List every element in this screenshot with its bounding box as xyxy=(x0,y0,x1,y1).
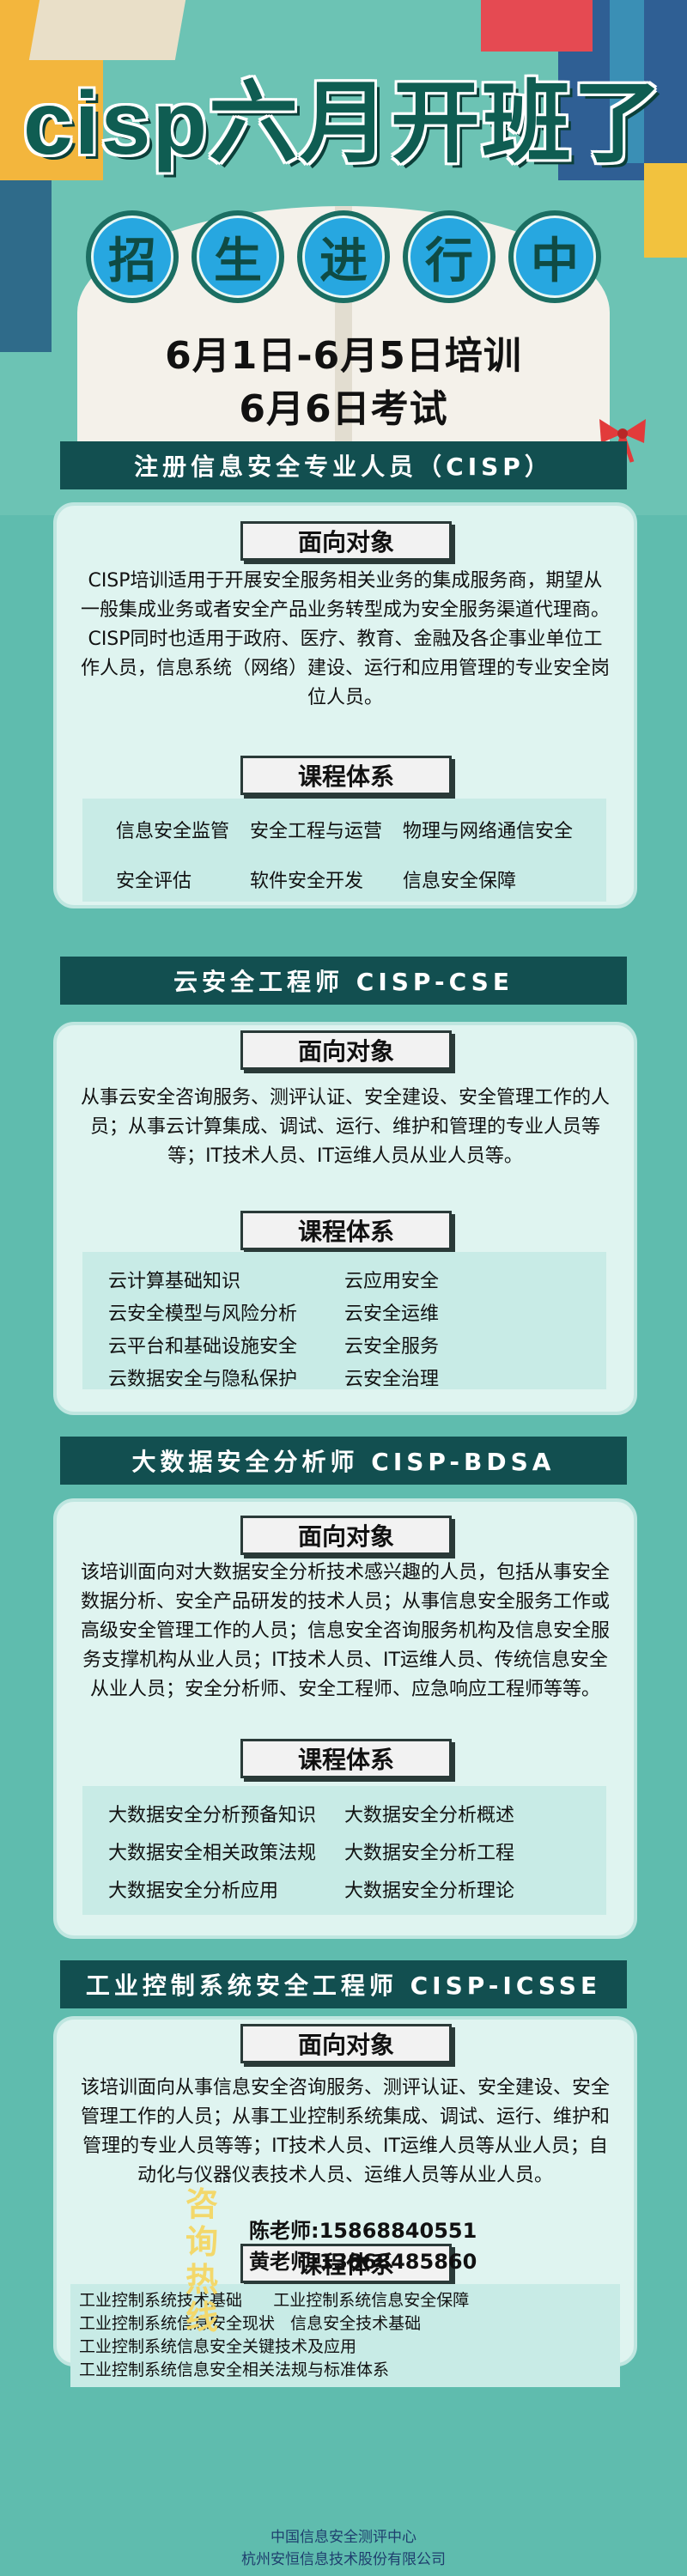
training-dates: 6月1日-6月5日培训 xyxy=(165,334,522,378)
course-item: 大数据安全相关政策法规 xyxy=(108,1843,317,1864)
badge-char: 行 xyxy=(408,216,490,298)
course-item: 大数据安全分析预备知识 xyxy=(108,1805,317,1826)
audience-text: 该培训面向对大数据安全分析技术感兴趣的人员，包括从事安全数据分析、安全产品研发的… xyxy=(80,1562,610,1700)
enrollment-badges: 招 生 进 行 中 xyxy=(86,210,601,313)
course-item: 安全工程与运营 xyxy=(249,821,382,842)
course-item: 云计算基础知识 xyxy=(108,1271,241,1292)
course-item: 软件安全开发 xyxy=(249,871,363,892)
course-list: 信息安全监管 安全工程与运营 物理与网络通信安全 安全评估 软件安全开发 信息安… xyxy=(82,799,606,902)
section-title-cisp: 注册信息安全专业人员（CISP） xyxy=(60,441,627,489)
course-item: 工业控制系统信息安全保障 xyxy=(273,2291,470,2310)
course-label: 课程体系 xyxy=(240,1211,452,1250)
badge-circle: 中 xyxy=(508,210,601,303)
course-item: 大数据安全分析概述 xyxy=(344,1805,515,1826)
audience-text: 该培训面向从事信息安全咨询服务、测评认证、安全建设、安全管理工作的人员；从事工业… xyxy=(80,2077,610,2186)
course-item: 大数据安全分析应用 xyxy=(108,1880,279,1902)
course-item: 大数据安全分析工程 xyxy=(344,1843,515,1864)
audience-label: 面向对象 xyxy=(240,1030,452,1070)
course-item: 工业控制系统信息安全现状 xyxy=(79,2314,276,2333)
audience-label: 面向对象 xyxy=(240,2024,452,2063)
badge-char: 中 xyxy=(514,216,596,298)
course-item: 工业控制系统信息安全相关法规与标准体系 xyxy=(79,2360,390,2379)
course-item: 云安全服务 xyxy=(344,1336,440,1358)
badge-circle: 招 xyxy=(86,210,179,303)
badge-circle: 进 xyxy=(297,210,390,303)
badge-char: 招 xyxy=(91,216,173,298)
section-title-bdsa: 大数据安全分析师 CISP-BDSA xyxy=(60,1437,627,1485)
course-item: 物理与网络通信安全 xyxy=(403,821,574,842)
audience-label: 面向对象 xyxy=(240,521,452,561)
badge-circle: 行 xyxy=(403,210,495,303)
contact-phone-1[interactable]: 陈老师:15868840551 xyxy=(249,2214,477,2244)
course-list: 工业控制系统技术基础 工业控制系统信息安全保障 工业控制系统信息安全现状 信息安… xyxy=(70,2284,620,2387)
course-item: 云安全治理 xyxy=(344,1369,440,1390)
course-item: 工业控制系统信息安全关键技术及应用 xyxy=(79,2337,357,2356)
course-label: 课程体系 xyxy=(240,1739,452,1778)
course-label: 课程体系 xyxy=(240,756,452,795)
course-list: 云计算基础知识 云应用安全 云安全模型与风险分析 云安全运维 云平台和基础设施安… xyxy=(82,1252,606,1390)
course-item: 信息安全监管 xyxy=(115,821,229,842)
badge-circle: 生 xyxy=(192,210,284,303)
organization-name-1: 中国信息安全测评中心 xyxy=(271,2529,416,2546)
section-title-cse: 云安全工程师 CISP-CSE xyxy=(60,957,627,1005)
page-title: cisp六月开班了 xyxy=(22,74,665,173)
badge-char: 生 xyxy=(197,216,279,298)
course-item: 安全评估 xyxy=(115,871,192,892)
audience-text: CISP培训适用于开展安全服务相关业务的集成服务商，期望从一般集成业务或者安全产… xyxy=(80,570,610,708)
organization-name-2: 杭州安恒信息技术股份有限公司 xyxy=(241,2551,446,2568)
course-item: 云安全模型与风险分析 xyxy=(108,1303,298,1325)
course-item: 云数据安全与隐私保护 xyxy=(108,1369,298,1390)
course-item: 云平台和基础设施安全 xyxy=(108,1336,298,1358)
course-item: 信息安全保障 xyxy=(403,871,517,892)
course-item: 云安全运维 xyxy=(344,1303,440,1325)
contact-phone-2[interactable]: 黄老师:13868485860 xyxy=(249,2245,477,2275)
hotline-label: 咨询热线 xyxy=(185,2185,218,2336)
book-decoration xyxy=(481,0,593,52)
course-item: 大数据安全分析理论 xyxy=(344,1880,515,1902)
course-list: 大数据安全分析预备知识 大数据安全分析概述 大数据安全相关政策法规 大数据安全分… xyxy=(82,1786,606,1915)
section-title-icsse: 工业控制系统安全工程师 CISP-ICSSE xyxy=(60,1960,627,2008)
course-item: 云应用安全 xyxy=(344,1271,440,1292)
badge-char: 进 xyxy=(302,216,385,298)
course-item: 信息安全技术基础 xyxy=(290,2314,422,2333)
audience-label: 面向对象 xyxy=(240,1516,452,1555)
audience-text: 从事云安全咨询服务、测评认证、安全建设、安全管理工作的人员；从事云计算集成、调试… xyxy=(80,1087,610,1167)
exam-date: 6月6日考试 xyxy=(239,387,448,431)
